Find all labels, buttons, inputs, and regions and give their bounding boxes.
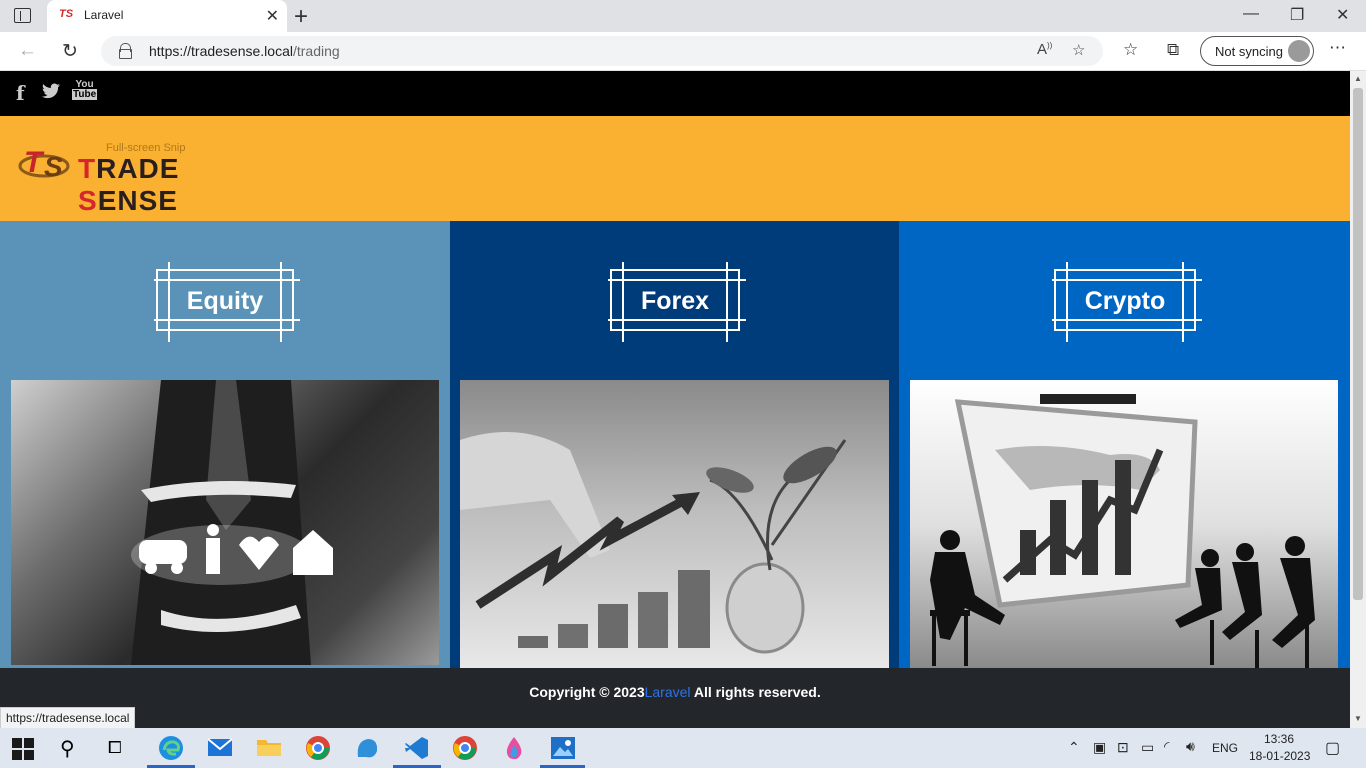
forex-section[interactable]: Forex xyxy=(450,221,899,668)
new-tab-button[interactable]: + xyxy=(294,3,308,31)
snip-overlay-text: Full-screen Snip xyxy=(106,142,186,154)
browser-tab[interactable]: TS Laravel ✕ xyxy=(47,0,287,32)
paint-drop-icon[interactable] xyxy=(501,735,529,763)
scroll-up-icon[interactable]: ▲ xyxy=(1354,74,1362,83)
read-aloud-icon[interactable]: A)) xyxy=(1037,41,1052,58)
security-icon[interactable]: ⊡ xyxy=(1117,739,1129,756)
chrome-profile-icon[interactable] xyxy=(305,735,333,763)
back-icon[interactable]: ← xyxy=(18,40,37,62)
youtube-icon[interactable]: You Tube xyxy=(72,80,98,100)
profile-button[interactable]: Not syncing xyxy=(1200,36,1314,66)
status-url-tooltip: https://tradesense.local xyxy=(0,707,136,729)
close-window-icon[interactable]: ✕ xyxy=(1336,5,1349,25)
mail-icon[interactable] xyxy=(207,736,235,764)
svg-text:T: T xyxy=(24,146,45,179)
equity-section[interactable]: Equity xyxy=(0,221,450,668)
add-favorite-icon[interactable]: ☆ xyxy=(1072,41,1085,59)
meet-now-icon[interactable]: ▣ xyxy=(1093,739,1106,756)
laravel-link[interactable]: Laravel xyxy=(645,684,691,700)
collections-icon[interactable]: ⧉ xyxy=(1167,40,1179,60)
avatar xyxy=(1288,40,1310,62)
reload-icon[interactable]: ↻ xyxy=(62,40,78,63)
battery-icon[interactable]: ▭ xyxy=(1141,739,1154,756)
windows-taskbar: ⚲ ⧠ ⌃ ▣ ⊡ ▭ ◜ 🔊︎ ENG 13:36 18-01-2023 ▢ xyxy=(0,728,1366,768)
scroll-down-icon[interactable]: ▼ xyxy=(1354,714,1362,723)
page-viewport: f You Tube T S TRADE SENSE Full-screen Sn… xyxy=(0,71,1350,728)
twitter-icon[interactable] xyxy=(42,83,60,104)
chevron-up-icon[interactable]: ⌃ xyxy=(1068,739,1080,756)
notifications-icon[interactable]: ▢ xyxy=(1325,738,1340,758)
minimize-icon[interactable]: — xyxy=(1243,5,1259,23)
windows-start-icon[interactable] xyxy=(12,738,34,760)
language-indicator[interactable]: ENG xyxy=(1212,741,1238,755)
lock-icon[interactable] xyxy=(119,43,132,59)
file-explorer-icon[interactable] xyxy=(256,736,284,764)
forex-image xyxy=(460,380,889,668)
logo-text: TRADE SENSE xyxy=(78,153,180,216)
edge-taskbar-button[interactable] xyxy=(147,728,195,768)
tab-strip: TS Laravel ✕ + — ❐ ✕ xyxy=(0,0,1366,32)
task-view-icon[interactable]: ⧠ xyxy=(108,738,136,766)
svg-text:S: S xyxy=(44,151,63,182)
copyright-text: Copyright © 2023Laravel All rights reser… xyxy=(529,684,821,700)
photos-taskbar-button[interactable] xyxy=(540,728,585,768)
logo-mark-icon: T S xyxy=(18,146,70,182)
volume-icon[interactable]: 🔊︎ xyxy=(1186,738,1195,755)
chrome-icon[interactable] xyxy=(452,735,480,763)
equity-title-frame: Equity xyxy=(154,262,300,342)
clock-time[interactable]: 13:36 xyxy=(1264,732,1294,746)
search-icon[interactable]: ⚲ xyxy=(60,736,88,764)
tab-actions-icon[interactable] xyxy=(14,8,31,23)
social-bar: f You Tube xyxy=(0,71,1350,116)
equity-image xyxy=(11,380,439,665)
tab-favicon-icon: TS xyxy=(59,8,74,20)
facebook-icon[interactable]: f xyxy=(16,81,25,105)
close-tab-icon[interactable]: ✕ xyxy=(266,6,279,26)
app-blue-icon[interactable] xyxy=(354,735,382,763)
vscode-taskbar-button[interactable] xyxy=(393,728,441,768)
crypto-title-frame: Crypto xyxy=(1052,262,1202,342)
page-scrollbar[interactable]: ▲ ▼ xyxy=(1350,71,1366,728)
more-menu-icon[interactable]: ⋯ xyxy=(1329,38,1346,58)
url-text[interactable]: https://tradesense.local/trading xyxy=(149,43,340,59)
equity-title[interactable]: Equity xyxy=(158,287,292,316)
crypto-image xyxy=(910,380,1338,668)
site-footer: Copyright © 2023Laravel All rights reser… xyxy=(0,668,1350,728)
forex-title-frame: Forex xyxy=(608,262,746,342)
address-bar[interactable]: https://tradesense.local/trading A)) ☆ xyxy=(101,36,1103,66)
tab-title: Laravel xyxy=(84,8,124,22)
clock-date[interactable]: 18-01-2023 xyxy=(1249,749,1310,763)
site-header: T S TRADE SENSE Full-screen Snip xyxy=(0,116,1350,221)
scroll-thumb[interactable] xyxy=(1353,88,1363,600)
restore-icon[interactable]: ❐ xyxy=(1290,5,1304,25)
favorites-icon[interactable]: ☆ xyxy=(1123,40,1138,60)
forex-title[interactable]: Forex xyxy=(612,287,738,316)
crypto-section[interactable]: Crypto xyxy=(899,221,1350,668)
address-toolbar: ← ↻ https://tradesense.local/trading A))… xyxy=(0,32,1366,71)
wifi-icon[interactable]: ◜ xyxy=(1164,738,1169,755)
crypto-title[interactable]: Crypto xyxy=(1056,287,1194,316)
